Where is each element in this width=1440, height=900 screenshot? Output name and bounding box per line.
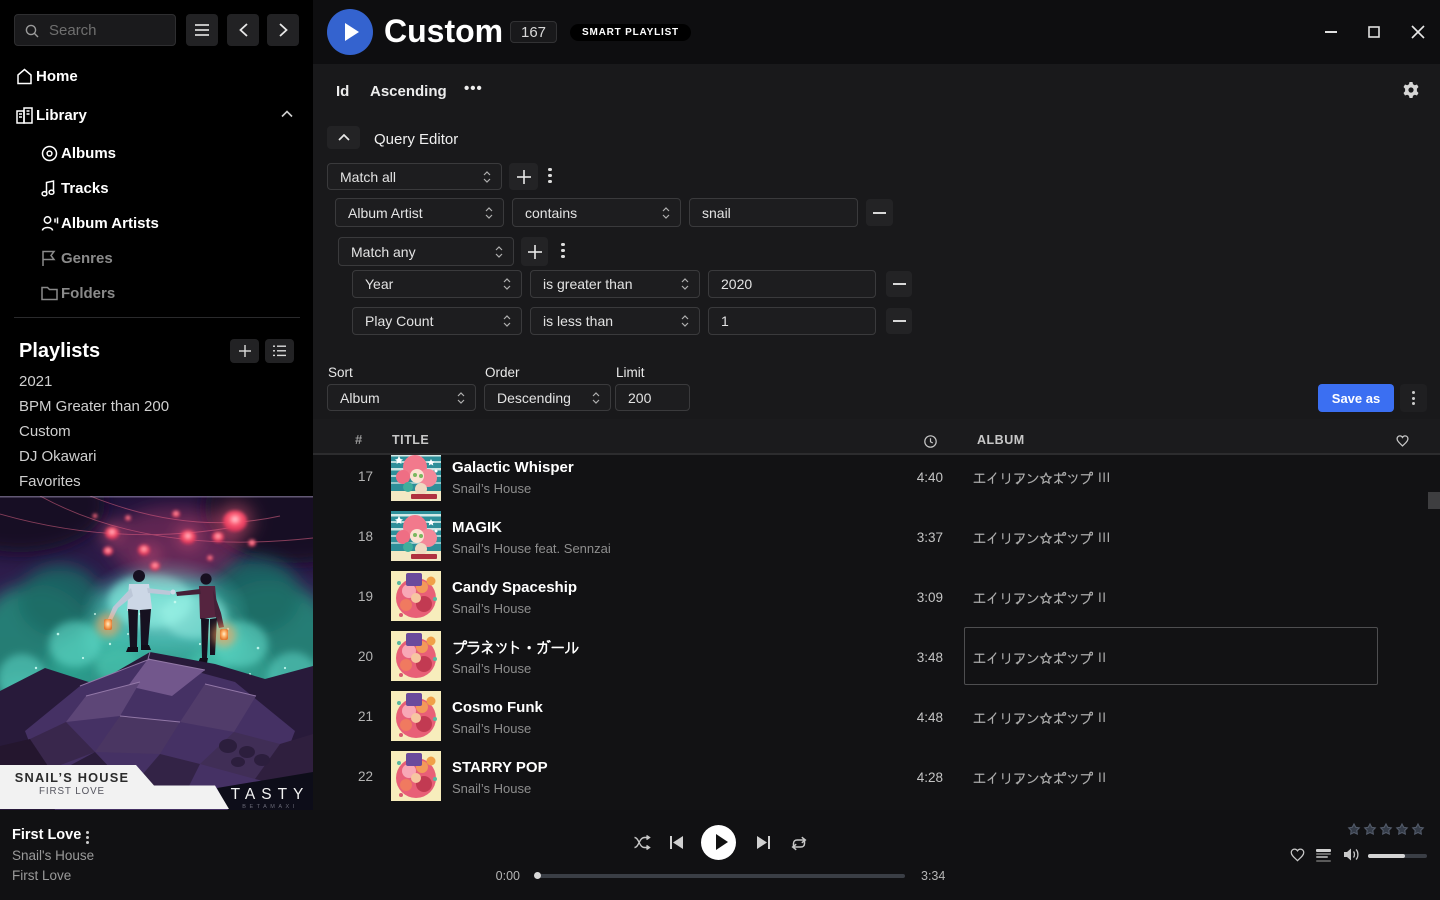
svg-text:SNAIL’S HOUSE: SNAIL’S HOUSE — [15, 770, 129, 785]
svg-text:FIRST LOVE: FIRST LOVE — [39, 786, 105, 797]
svg-text:TASTY: TASTY — [231, 786, 310, 803]
